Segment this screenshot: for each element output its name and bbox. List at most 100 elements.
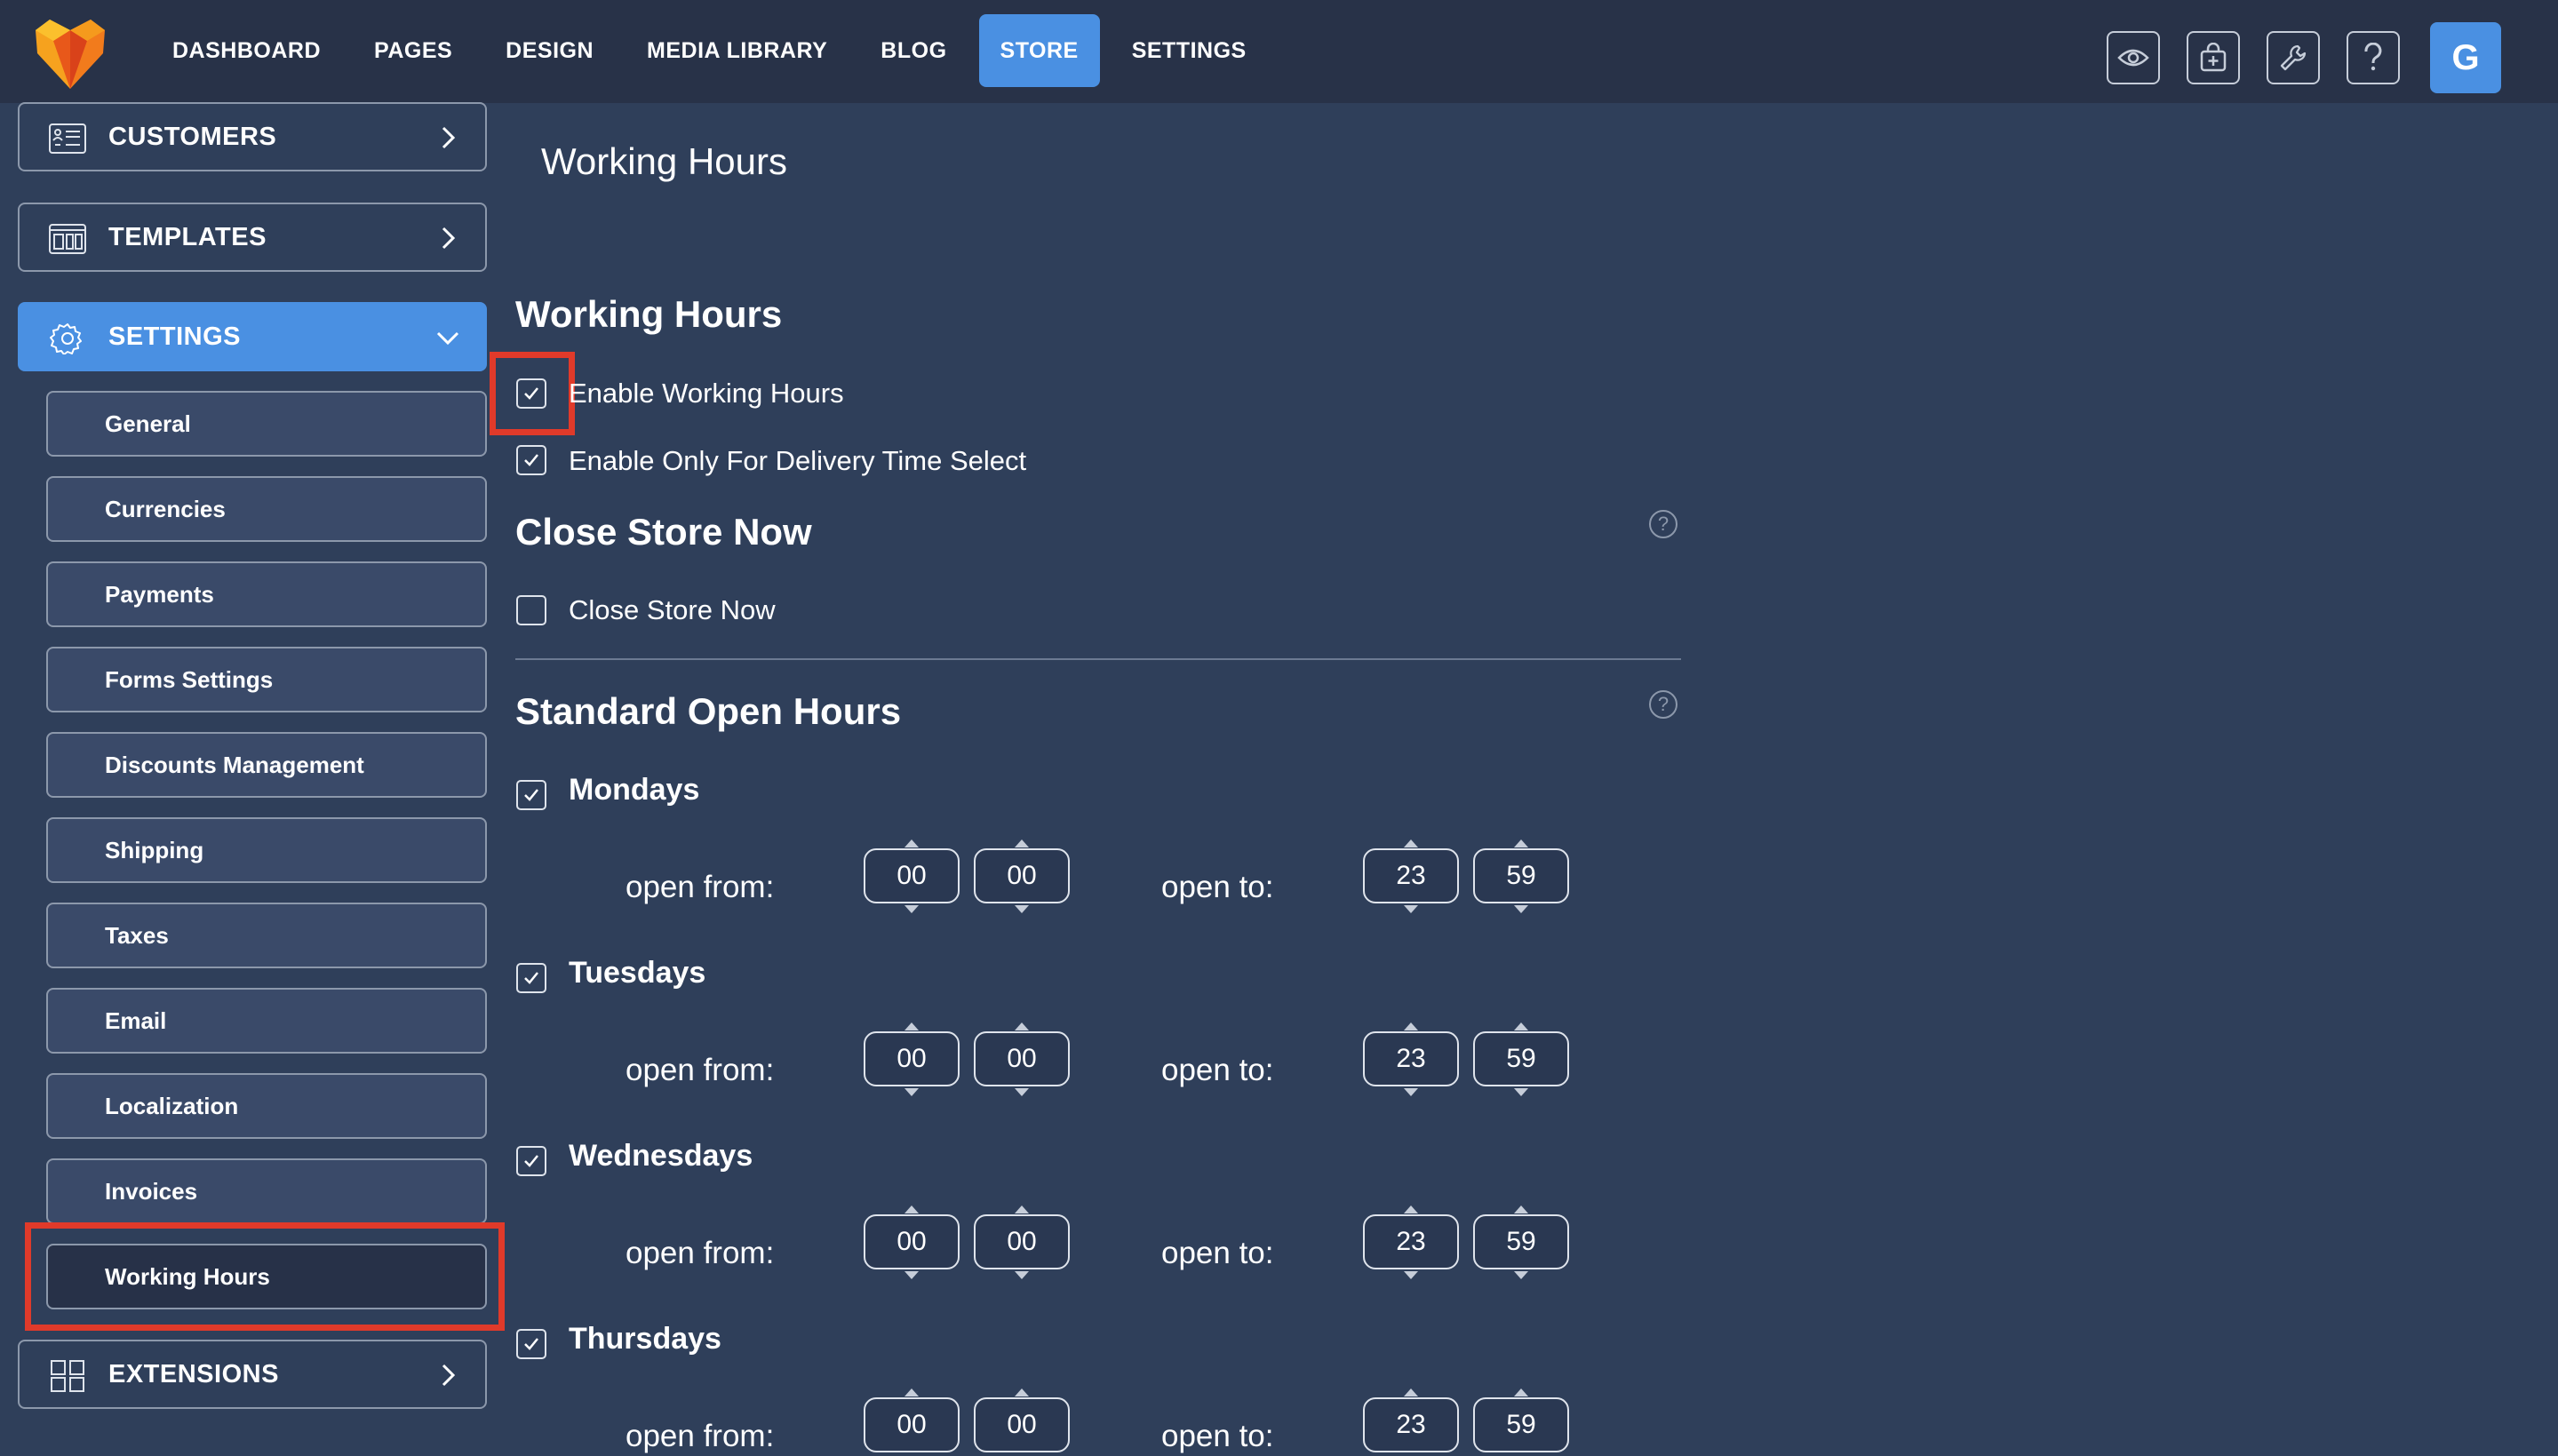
wednesdays-label: Wednesdays [569,1139,753,1173]
user-avatar[interactable]: G [2430,22,2501,93]
tools-button[interactable] [2267,31,2320,84]
decrement-arrow-icon[interactable] [1404,1271,1418,1279]
increment-arrow-icon[interactable] [1514,1205,1528,1213]
section-divider [515,658,1681,660]
wednesdays-from-hour-input[interactable]: 00 [864,1214,960,1269]
increment-arrow-icon[interactable] [904,839,919,847]
help-button[interactable] [2347,31,2400,84]
preview-button[interactable] [2107,31,2160,84]
sidebar-item-currencies[interactable]: Currencies [46,476,487,542]
close-store-checkbox[interactable] [516,595,546,625]
nav-settings[interactable]: SETTINGS [1111,14,1268,87]
thursdays-to-hour-input[interactable]: 23 [1363,1397,1459,1452]
page-title: Working Hours [541,140,787,182]
decrement-arrow-icon[interactable] [1514,905,1528,913]
increment-arrow-icon[interactable] [1514,839,1528,847]
tuesdays-checkbox[interactable] [516,963,546,993]
sidebar-settings-label: SETTINGS [108,322,242,351]
sidebar-templates-label: TEMPLATES [108,222,267,251]
decrement-arrow-icon[interactable] [1514,1088,1528,1096]
tuesdays-from-hour-input[interactable]: 00 [864,1031,960,1086]
enable-working-hours-label: Enable Working Hours [569,378,844,409]
nav-blog[interactable]: BLOG [859,14,968,87]
decrement-arrow-icon[interactable] [904,1271,919,1279]
decrement-arrow-icon[interactable] [904,1088,919,1096]
sidebar-item-forms-settings[interactable]: Forms Settings [46,647,487,712]
increment-arrow-icon[interactable] [1015,1205,1029,1213]
increment-arrow-icon[interactable] [904,1022,919,1030]
sidebar-templates[interactable]: TEMPLATES [18,203,487,272]
mondays-checkbox[interactable] [516,780,546,810]
nav-dashboard[interactable]: DASHBOARD [151,14,342,87]
increment-arrow-icon[interactable] [1015,1388,1029,1396]
store-button[interactable] [2187,31,2240,84]
sidebar-item-taxes[interactable]: Taxes [46,903,487,968]
increment-arrow-icon[interactable] [904,1205,919,1213]
sidebar-customers[interactable]: CUSTOMERS [18,102,487,171]
increment-arrow-icon[interactable] [1404,1022,1418,1030]
tuesdays-from-minute-input[interactable]: 00 [974,1031,1070,1086]
increment-arrow-icon[interactable] [904,1388,919,1396]
increment-arrow-icon[interactable] [1015,1022,1029,1030]
thursdays-to-minute-input[interactable]: 59 [1473,1397,1569,1452]
sidebar-item-email[interactable]: Email [46,988,487,1054]
sidebar-settings[interactable]: SETTINGS [18,302,487,371]
increment-arrow-icon[interactable] [1404,1205,1418,1213]
tuesdays-open-to-label: open to: [1161,1053,1274,1087]
thursdays-from-hour-input[interactable]: 00 [864,1397,960,1452]
increment-arrow-icon[interactable] [1514,1388,1528,1396]
increment-arrow-icon[interactable] [1015,839,1029,847]
standard-hours-help-icon[interactable]: ? [1649,690,1677,719]
delivery-time-label: Enable Only For Delivery Time Select [569,445,1027,476]
mondays-to-minute-input[interactable]: 59 [1473,848,1569,903]
chevron-right-icon [442,126,456,149]
sidebar-extensions[interactable]: EXTENSIONS [18,1340,487,1409]
close-store-help-icon[interactable]: ? [1649,510,1677,538]
thursdays-from-minute-input[interactable]: 00 [974,1397,1070,1452]
increment-arrow-icon[interactable] [1404,1388,1418,1396]
help-icon [2364,43,2382,71]
nav-store[interactable]: STORE [978,14,1100,87]
tuesdays-open-from-label: open from: [626,1053,775,1087]
sidebar-extensions-label: EXTENSIONS [108,1359,279,1388]
wednesdays-checkbox[interactable] [516,1146,546,1176]
mondays-open-from-label: open from: [626,870,775,904]
main-nav: DASHBOARD PAGES DESIGN MEDIA LIBRARY BLO… [151,14,1279,87]
checkmark-icon [524,972,538,984]
wednesdays-from-minute-input[interactable]: 00 [974,1214,1070,1269]
decrement-arrow-icon[interactable] [1404,1088,1418,1096]
delivery-time-checkbox[interactable] [516,445,546,475]
decrement-arrow-icon[interactable] [1514,1271,1528,1279]
sidebar-item-discounts-management[interactable]: Discounts Management [46,732,487,798]
tuesdays-label: Tuesdays [569,956,706,990]
sidebar-item-shipping[interactable]: Shipping [46,817,487,883]
decrement-arrow-icon[interactable] [1015,1088,1029,1096]
thursdays-open-from-label: open from: [626,1419,775,1453]
chevron-right-icon [442,227,456,250]
nav-design[interactable]: DESIGN [484,14,615,87]
mondays-from-minute-input[interactable]: 00 [974,848,1070,903]
tuesdays-to-minute-input[interactable]: 59 [1473,1031,1569,1086]
mondays-to-hour-input[interactable]: 23 [1363,848,1459,903]
sidebar-item-invoices[interactable]: Invoices [46,1158,487,1224]
increment-arrow-icon[interactable] [1404,839,1418,847]
tuesdays-to-hour-input[interactable]: 23 [1363,1031,1459,1086]
sidebar-item-general[interactable]: General [46,391,487,457]
mondays-from-hour-input[interactable]: 00 [864,848,960,903]
thursdays-checkbox[interactable] [516,1329,546,1359]
wednesdays-to-minute-input[interactable]: 59 [1473,1214,1569,1269]
decrement-arrow-icon[interactable] [904,905,919,913]
decrement-arrow-icon[interactable] [1404,905,1418,913]
working-hours-heading: Working Hours [515,293,783,335]
wednesdays-to-hour-input[interactable]: 23 [1363,1214,1459,1269]
nav-pages[interactable]: PAGES [353,14,474,87]
close-store-heading: Close Store Now [515,511,812,553]
sidebar-item-localization[interactable]: Localization [46,1073,487,1139]
store-bag-icon [2200,43,2227,72]
decrement-arrow-icon[interactable] [1015,905,1029,913]
logo-icon[interactable] [32,14,108,91]
decrement-arrow-icon[interactable] [1015,1271,1029,1279]
sidebar-item-payments[interactable]: Payments [46,561,487,627]
increment-arrow-icon[interactable] [1514,1022,1528,1030]
nav-media-library[interactable]: MEDIA LIBRARY [626,14,849,87]
